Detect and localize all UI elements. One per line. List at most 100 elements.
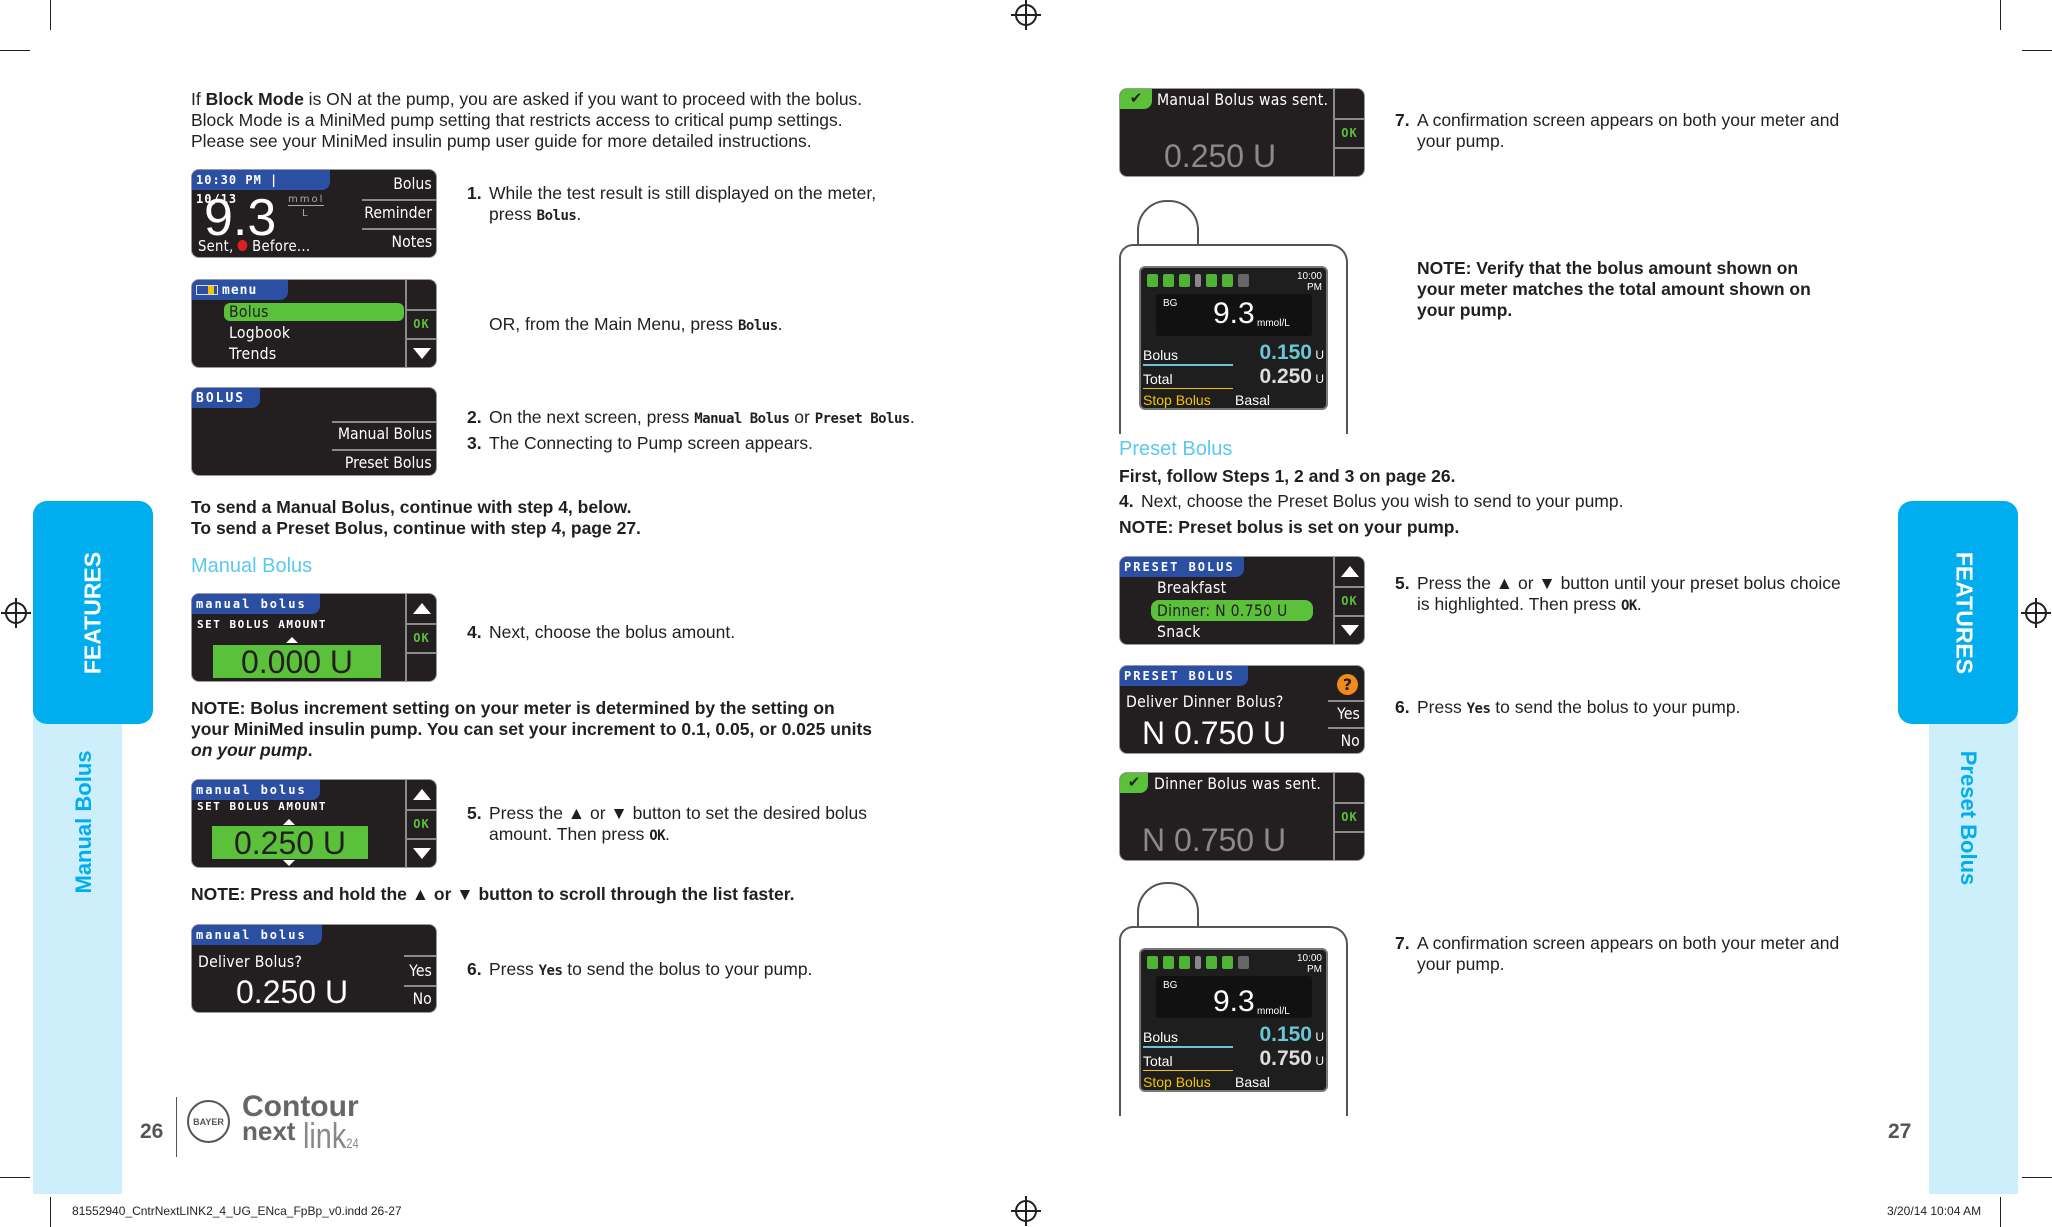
step-4-preset: 4. Next, choose the Preset Bolus you wish… [1119,491,1624,511]
crop-mark [2022,1177,2052,1178]
crop-mark [0,1177,30,1178]
basal-option[interactable]: Basal [1235,1074,1270,1090]
registration-mark [1011,1196,1041,1226]
bg-label: BG [1163,298,1178,309]
crop-mark [2022,50,2052,51]
link-logo: link24 [303,1115,359,1156]
menu-item-bolus[interactable]: Bolus [229,302,269,321]
ok-button[interactable]: OK [1341,810,1357,824]
or-main-menu: OR, from the Main Menu, press Bolus. [489,314,783,334]
total-unit: U [1315,372,1324,386]
step-7: 7. A confirmation screen appears on both … [1395,110,1840,130]
increase-caret-icon [286,637,298,643]
registration-mark [2021,598,2051,628]
pump-screen: 10:00 PM BG 9.3 mmol/L Bolus 0.150 U Tota… [1139,948,1328,1092]
deliver-question: Deliver Dinner Bolus? [1126,692,1284,711]
note-verify-3: your pump. [1417,300,1513,320]
page-number-27: 27 [1888,1120,1912,1143]
note-increment-2: your MiniMed insulin pump. You can set y… [191,719,873,739]
bg-label: BG [1163,980,1178,991]
screen-header: manual bolus [192,780,320,800]
crop-mark [0,50,30,51]
ok-button[interactable]: OK [413,631,429,645]
page-number-26: 26 [140,1120,164,1143]
intro-line-3: Please see your MiniMed insulin pump use… [191,131,812,151]
check-icon: ✔ [1120,89,1152,109]
ok-button[interactable]: OK [1341,126,1357,140]
total-label: Total [1143,1053,1173,1069]
note-hold: NOTE: Press and hold the ▲ or ▼ button t… [191,884,795,904]
menu-reminder[interactable]: Reminder [364,203,432,222]
bolus-amount: N 0.750 U [1142,822,1287,858]
note-verify-2: your meter matches the total amount show… [1417,279,1811,299]
help-icon[interactable]: ? [1337,674,1358,695]
ok-button[interactable]: OK [413,317,429,331]
bg-unit: mmol/L [1257,1006,1290,1017]
menu-notes[interactable]: Notes [391,232,432,251]
step-2: 2. On the next screen, press Manual Bolus… [467,407,915,427]
preset-snack[interactable]: Snack [1157,622,1201,641]
basal-option[interactable]: Basal [1235,392,1270,408]
ok-button[interactable]: OK [1341,594,1357,608]
decrease-caret-icon [283,860,295,866]
bg-value: 9.3 [1213,297,1255,330]
screen-header: PRESET BOLUS [1120,557,1244,577]
up-arrow-icon[interactable] [412,602,431,614]
registration-mark [1,598,31,628]
preset-breakfast[interactable]: Breakfast [1157,578,1226,597]
bolus-label: Bolus [1143,347,1179,363]
no-button[interactable]: No [413,989,432,1008]
bolus-unit: U [1315,1030,1324,1044]
deliver-preset-bolus-screen: PRESET BOLUS ? Deliver Dinner Bolus? N 0… [1119,665,1365,754]
up-arrow-icon[interactable] [412,788,431,800]
status-text: Sent, Before... [198,237,311,255]
down-arrow-icon[interactable] [412,847,431,859]
note-preset: NOTE: Preset bolus is set on your pump. [1119,517,1460,537]
meter-result-screen: 10:30 PM | 10/13 9.3 mmol L Sent, Before… [191,169,437,258]
menu-manual-bolus[interactable]: Manual Bolus [338,424,432,443]
step-6-preset: 6. Press Yes to send the bolus to your pu… [1395,697,1741,717]
bolus-unit: U [1315,348,1324,362]
note-verify-1: NOTE: Verify that the bolus amount shown… [1417,258,1799,278]
crop-mark [2000,0,2001,30]
menu-preset-bolus[interactable]: Preset Bolus [345,453,432,472]
bolus-value: 0.150 [1259,341,1312,364]
bolus-amount: N 0.750 U [1142,715,1287,751]
step-5-line-2: amount. Then press OK. [489,824,670,844]
stop-bolus-option[interactable]: Stop Bolus [1143,392,1211,408]
bayer-logo: BAYER [187,1100,230,1143]
ok-button[interactable]: OK [413,817,429,831]
up-arrow-icon[interactable] [1340,565,1359,577]
screen-header: 10:30 PM | 10/13 [192,170,330,206]
intro-line-2: Block Mode is a MiniMed pump setting tha… [191,110,843,130]
right-features-label: FEATURES [1951,551,1978,675]
file-slug: 81552940_CntrNextLINK2_4_UG_ENca_FpBp_v0… [72,1204,402,1218]
insulin-pump-illustration: 10:00 PM BG 9.3 mmol/L Bolus 0.150 U Tota… [1119,878,1348,1116]
status-icons [1147,274,1249,287]
down-arrow-icon[interactable] [1340,624,1359,636]
deliver-question: Deliver Bolus? [198,952,303,971]
bolus-value: 0.150 [1259,1023,1312,1046]
stop-bolus-option[interactable]: Stop Bolus [1143,1074,1211,1090]
manual-bolus-heading: Manual Bolus [191,555,313,577]
no-button[interactable]: No [1341,731,1360,750]
yes-button[interactable]: Yes [1337,704,1360,723]
total-label: Total [1143,371,1173,387]
menu-item-trends[interactable]: Trends [229,344,276,363]
first-follow: First, follow Steps 1, 2 and 3 on page 2… [1119,466,1456,486]
battery-icon [196,285,218,295]
preset-dinner[interactable]: Dinner: N 0.750 U [1157,601,1288,620]
screen-header: manual bolus [192,594,320,614]
down-arrow-icon[interactable] [412,347,431,359]
menu-bolus[interactable]: Bolus [394,174,432,193]
yes-button[interactable]: Yes [409,961,432,980]
step-7-line-2: your pump. [1417,131,1505,151]
screen-header: BOLUS [192,388,260,408]
set-amount-label: SET BOLUS AMOUNT [197,618,327,631]
bolus-label: Bolus [1143,1029,1179,1045]
file-date: 3/20/14 10:04 AM [1887,1204,1982,1218]
menu-item-logbook[interactable]: Logbook [229,323,290,342]
bolus-amount: 0.250 U [236,974,349,1010]
pump-clip [1137,200,1199,250]
bolus-amount: 0.000 U [240,644,354,680]
